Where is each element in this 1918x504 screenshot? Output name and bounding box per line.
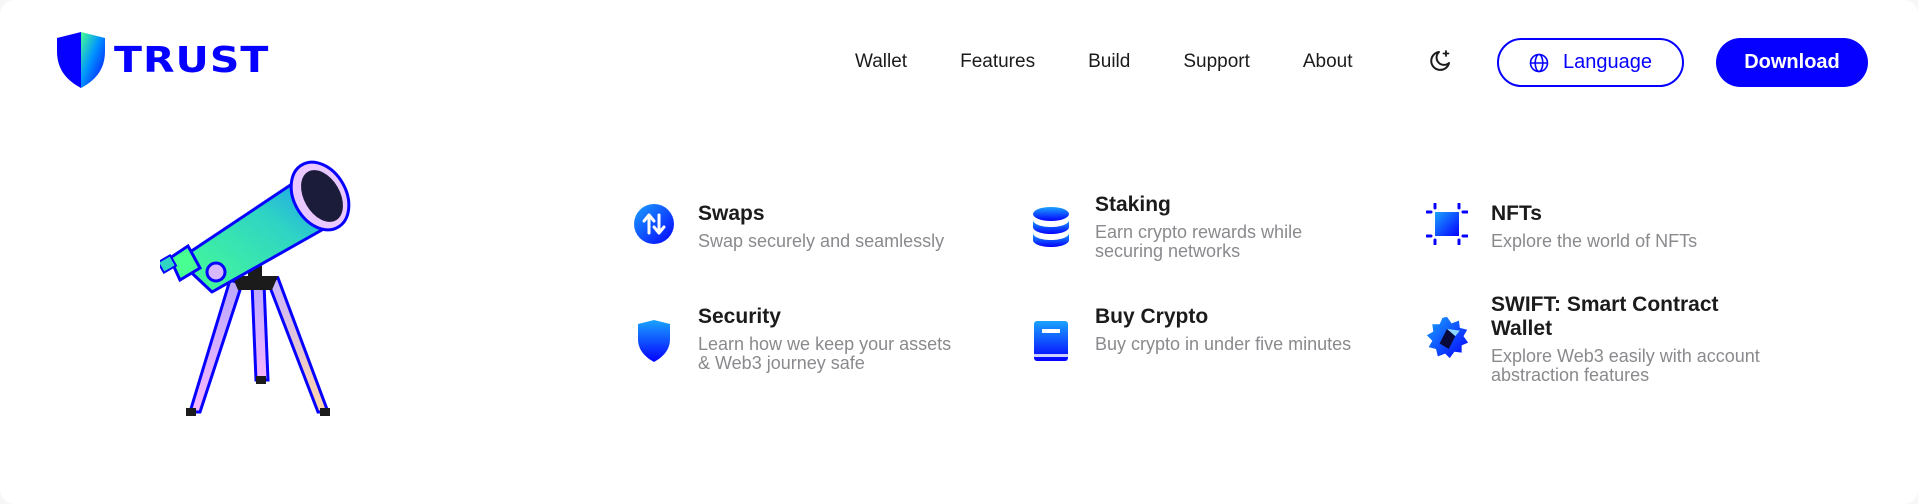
brand-name: TRUST (114, 38, 270, 81)
nav-item-about[interactable]: About (1303, 49, 1353, 75)
feature-title: Swaps (698, 202, 765, 225)
feature-description: Earn crypto rewards while securing netwo… (1095, 222, 1303, 261)
nav-item-build[interactable]: Build (1088, 49, 1130, 75)
book-icon (1029, 319, 1073, 363)
feature-text: SWIFT: Smart Contract Wallet Explore Web… (1491, 293, 1771, 385)
feature-title: NFTs (1491, 202, 1542, 225)
header: TRUST Wallet Features Build Support Abou… (0, 0, 1918, 124)
feature-buy-crypto[interactable]: Buy Crypto Buy crypto in under five minu… (1029, 305, 1365, 363)
telescope-illustration (160, 160, 351, 416)
feature-title: SWIFT: Smart Contract Wallet (1491, 293, 1719, 340)
feature-description: Swap securely and seamlessly (698, 231, 945, 251)
feature-text: Security Learn how we keep your assets &… (698, 305, 968, 373)
nav-item-wallet[interactable]: Wallet (855, 49, 907, 75)
nav-item-features[interactable]: Features (960, 49, 1035, 75)
nft-frame-icon (1425, 202, 1469, 246)
language-button[interactable]: Language (1497, 38, 1684, 87)
feature-description: Explore Web3 easily with account abstrac… (1491, 346, 1760, 385)
coin-stack-icon (1029, 205, 1073, 249)
shield-icon (632, 319, 676, 363)
feature-nfts[interactable]: NFTs Explore the world of NFTs (1425, 202, 1781, 251)
feature-text: Buy Crypto Buy crypto in under five minu… (1095, 305, 1365, 363)
feature-text: Staking Earn crypto rewards while securi… (1095, 193, 1365, 261)
nav-item-support[interactable]: Support (1183, 49, 1250, 75)
feature-swift[interactable]: SWIFT: Smart Contract Wallet Explore Web… (1425, 293, 1771, 385)
feature-text: NFTs Explore the world of NFTs (1491, 202, 1781, 251)
trust-logo[interactable]: TRUST (54, 31, 269, 89)
download-button[interactable]: Download (1716, 38, 1868, 87)
feature-title: Buy Crypto (1095, 305, 1209, 328)
feature-text: Swaps Swap securely and seamlessly (698, 202, 988, 251)
feature-title: Security (698, 305, 781, 328)
feature-swaps[interactable]: Swaps Swap securely and seamlessly (632, 202, 988, 251)
globe-icon (1529, 53, 1549, 72)
feature-title: Staking (1095, 193, 1171, 216)
download-label: Download (1744, 51, 1840, 73)
main-nav: Wallet Features Build Support About (855, 49, 1353, 75)
moon-icon (1430, 50, 1450, 71)
swap-arrows-icon (632, 202, 676, 246)
language-label: Language (1563, 51, 1652, 73)
trust-shield-icon (57, 32, 105, 88)
page-frame: TRUST Wallet Features Build Support Abou… (0, 0, 1918, 504)
feature-description: Buy crypto in under five minutes (1095, 334, 1352, 354)
feature-staking[interactable]: Staking Earn crypto rewards while securi… (1029, 193, 1365, 261)
theme-toggle-button[interactable] (1427, 48, 1453, 74)
feature-description: Explore the world of NFTs (1491, 231, 1698, 251)
feature-security[interactable]: Security Learn how we keep your assets &… (632, 305, 968, 373)
feature-description: Learn how we keep your assets & Web3 jou… (698, 334, 952, 373)
swift-gear-icon (1425, 316, 1469, 360)
